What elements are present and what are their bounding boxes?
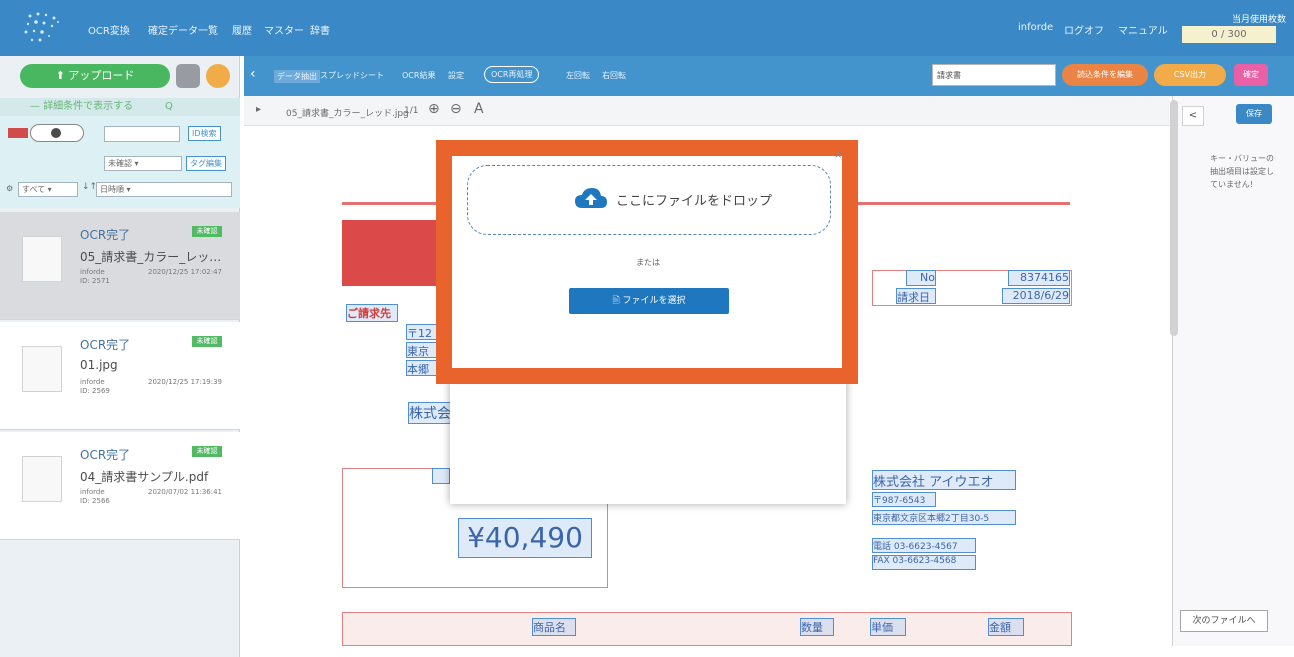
select-file-label: ファイルを選択 <box>622 296 686 306</box>
cloud-upload-icon <box>575 188 607 208</box>
select-file-button[interactable]: 🗎 ファイルを選択 <box>569 288 729 314</box>
or-label: または <box>636 258 660 267</box>
close-icon[interactable]: × <box>834 150 842 161</box>
dropzone-label: ここにファイルをドロップ <box>616 194 773 209</box>
